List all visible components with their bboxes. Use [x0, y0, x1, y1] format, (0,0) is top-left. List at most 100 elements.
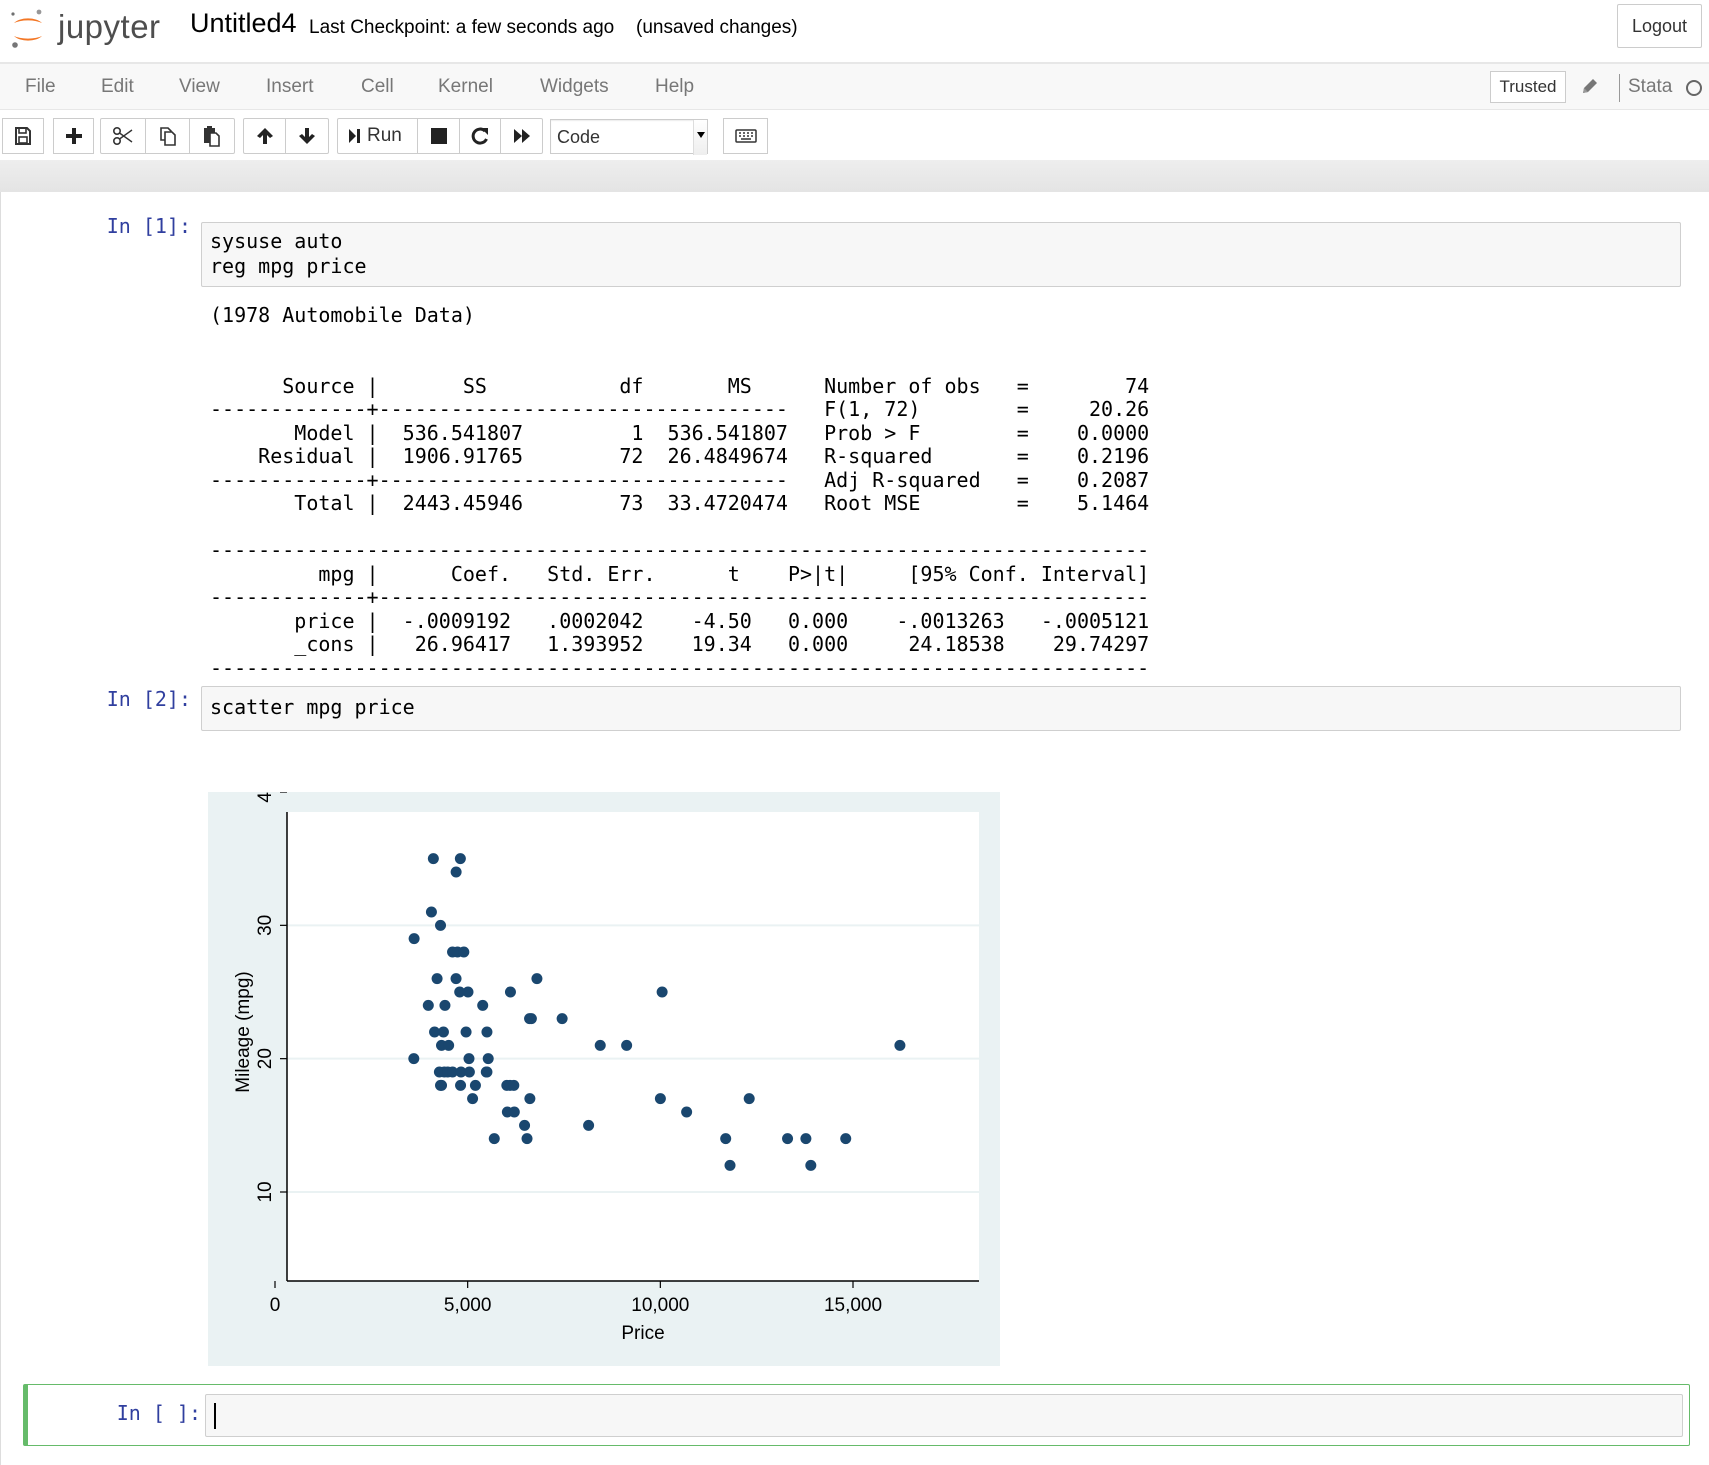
run-label: Run	[367, 125, 402, 146]
y-tick-label: 10	[255, 1181, 276, 1202]
logo-text: jupyter	[58, 8, 161, 45]
y-tick-label: 30	[255, 915, 276, 936]
menu-widgets[interactable]: Widgets	[540, 76, 609, 98]
header: jupyter Untitled4 Last Checkpoint: a few…	[0, 0, 1709, 63]
menu-file[interactable]: File	[25, 76, 56, 98]
x-tick-label: 5,000	[444, 1295, 492, 1316]
cut-button[interactable]	[100, 118, 146, 154]
menu-edit[interactable]: Edit	[101, 76, 134, 98]
data-point	[654, 1093, 666, 1105]
data-point	[621, 1039, 633, 1051]
save-button[interactable]	[2, 118, 44, 154]
paste-button[interactable]	[189, 118, 235, 154]
data-point	[435, 919, 447, 931]
command-palette-button[interactable]	[723, 118, 768, 154]
fast-forward-icon	[513, 129, 530, 143]
x-axis-title: Price	[621, 1323, 664, 1344]
copy-button[interactable]	[145, 118, 190, 154]
menu-cell[interactable]: Cell	[361, 76, 394, 98]
kernel-idle-icon	[1686, 80, 1702, 96]
arrow-up-icon	[256, 128, 273, 144]
scissors-icon	[112, 126, 133, 146]
data-point	[531, 973, 543, 985]
data-point	[894, 1039, 906, 1051]
data-point	[427, 853, 439, 865]
data-point	[469, 1079, 481, 1091]
data-point	[481, 1066, 493, 1078]
anova-row-total: Total | 2443.45946 73 33.4720474 Root MS…	[210, 491, 1150, 515]
data-point	[724, 1159, 736, 1171]
data-point	[460, 1026, 472, 1038]
data-point	[556, 1013, 568, 1025]
cell-prompt: In [1]:	[106, 214, 191, 238]
data-point	[458, 946, 470, 958]
data-point	[840, 1133, 852, 1145]
notebook-title[interactable]: Untitled4	[190, 8, 297, 39]
y-tick-label: 20	[255, 1048, 276, 1069]
data-point	[462, 986, 474, 998]
code-cell-3-selected[interactable]: In [ ]:	[23, 1384, 1690, 1446]
autosave-status: (unsaved changes)	[636, 17, 798, 38]
cell-prompt: In [ ]:	[116, 1401, 201, 1425]
data-point	[425, 906, 437, 918]
run-icon	[349, 129, 360, 143]
restart-button[interactable]	[459, 118, 501, 154]
anova-header: Source | SS df MS Number of obs = 74	[210, 373, 1150, 398]
menu-kernel[interactable]: Kernel	[438, 76, 493, 98]
move-down-button[interactable]	[285, 118, 329, 154]
jupyter-logo-icon	[11, 9, 42, 48]
scatter-plot: 10 20 30 40 0 5,000 10,000 15,000 Price Mileage (…	[208, 792, 1000, 1366]
data-point	[422, 999, 434, 1011]
code-input[interactable]: scatter mpg price	[201, 686, 1681, 731]
data-point	[508, 1106, 520, 1118]
copy-icon	[159, 127, 176, 146]
trusted-button[interactable]: Trusted	[1490, 71, 1566, 103]
run-all-button[interactable]	[500, 118, 543, 154]
data-point	[720, 1133, 732, 1145]
arrow-down-icon	[299, 128, 315, 144]
menu-insert[interactable]: Insert	[266, 76, 314, 98]
checkpoint-status: Last Checkpoint: a few seconds ago	[309, 17, 615, 38]
toolbar: Run Code	[0, 111, 1709, 160]
anova-row-residual: Residual | 1906.91765 72 26.4849674 R-sq…	[210, 444, 1150, 468]
menu-view[interactable]: View	[179, 76, 220, 98]
data-point	[481, 1026, 493, 1038]
data-point	[594, 1039, 606, 1051]
scatter-svg: 10 20 30 40 0 5,000 10,000 15,000 Price Mileage (…	[233, 792, 979, 1344]
kernel-name[interactable]: Stata	[1628, 76, 1672, 98]
data-point	[455, 1079, 467, 1091]
data-point	[454, 853, 466, 865]
data-point	[437, 1026, 449, 1038]
data-point	[482, 1053, 494, 1065]
jupyter-logo[interactable]: jupyter	[8, 6, 168, 50]
insert-cell-button[interactable]	[53, 118, 94, 154]
data-point	[408, 1053, 420, 1065]
logout-button[interactable]: Logout	[1617, 4, 1702, 48]
restart-icon	[471, 127, 488, 145]
data-point	[583, 1119, 595, 1131]
code-input[interactable]: sysuse auto reg mpg price	[201, 222, 1681, 287]
data-point	[681, 1106, 693, 1118]
data-point	[477, 999, 489, 1011]
anova-row-model: Model | 536.541807 1 536.541807 Prob > F…	[210, 420, 1150, 445]
data-point	[508, 1079, 520, 1091]
code-input-empty[interactable]	[205, 1394, 1683, 1437]
data-point	[408, 933, 420, 945]
move-up-button[interactable]	[243, 118, 286, 154]
cell-type-value: Code	[557, 127, 601, 147]
menu-help[interactable]: Help	[655, 76, 694, 98]
x-tick-label: 10,000	[631, 1295, 689, 1316]
menubar: File Edit View Insert Cell Kernel Widget…	[0, 63, 1709, 110]
data-point	[467, 1093, 479, 1105]
output-separator: -------------+--------------------------…	[210, 467, 1150, 492]
output-separator: -------------+--------------------------…	[210, 585, 1150, 609]
regression-output: (1978 Automobile Data) Source | SS df MS…	[210, 303, 1150, 680]
coef-row-price: price | -.0009192 .0002042 -4.50 0.000 -…	[210, 608, 1150, 633]
cell-type-select[interactable]: Code	[550, 119, 708, 155]
data-point	[431, 973, 443, 985]
edit-pencil-icon[interactable]	[1580, 76, 1600, 96]
interrupt-button[interactable]	[417, 118, 460, 154]
run-button[interactable]: Run	[337, 118, 418, 154]
